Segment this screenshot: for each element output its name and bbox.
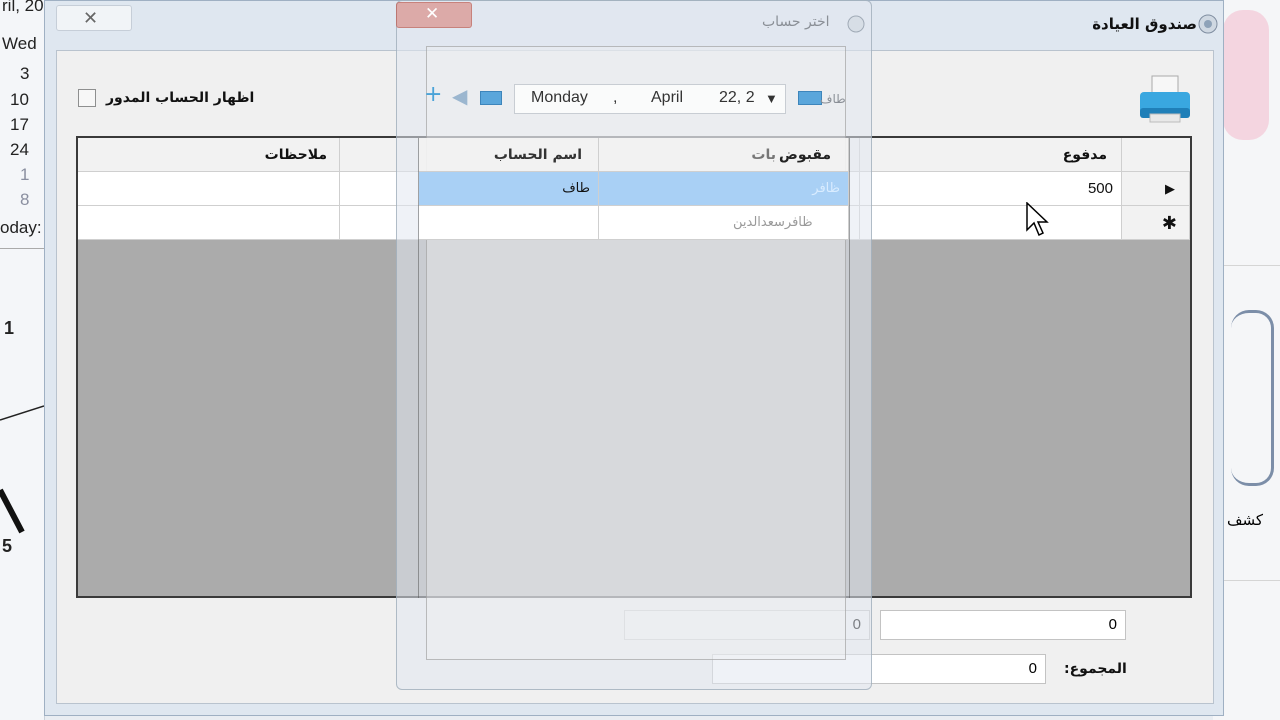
show-rolled-account-label: اظهار الحساب المدور — [106, 90, 255, 106]
date-month: April — [651, 89, 684, 106]
calendar-date: 8 — [20, 190, 30, 209]
date-picker[interactable]: Monday , April 22, 2 ▼ — [514, 84, 786, 114]
chevron-down-icon[interactable]: ▼ — [765, 91, 778, 106]
column-header-paid[interactable]: مدفوع — [860, 138, 1122, 172]
account-name-cell[interactable] — [419, 206, 599, 240]
app-icon — [1198, 14, 1218, 34]
calendar-date: 10 — [10, 90, 29, 109]
date-separator: , — [613, 89, 618, 106]
dialog-title: اختر حساب — [762, 14, 830, 30]
search-button-icon[interactable] — [798, 91, 822, 105]
background-calendar-widget: ril, 20 Wed 3 10 17 24 1 8 oday: 1 5 — [0, 0, 45, 720]
calendar-date: 3 — [20, 64, 30, 83]
dialog-close-button[interactable]: ✕ — [396, 2, 472, 28]
add-icon[interactable]: + — [424, 82, 442, 107]
date-daynum: 22, 2 — [719, 89, 755, 106]
show-rolled-account-checkbox[interactable] — [78, 89, 96, 107]
accounts-grid[interactable]: اسم الحساب بات مقبوض طاف ظافر ظافرسعدالد… — [418, 138, 850, 598]
cell-notes[interactable] — [78, 206, 340, 240]
account-cell[interactable]: ظافرسعدالدين — [599, 206, 849, 240]
column-header-received[interactable]: مقبوض — [779, 138, 831, 172]
clock-face-icon — [0, 405, 44, 534]
printer-icon[interactable] — [1138, 74, 1192, 124]
cell-paid[interactable] — [860, 206, 1122, 240]
search-hint: طاف — [820, 92, 846, 106]
new-row-indicator[interactable]: ✱ — [1122, 206, 1190, 240]
account-name-cell[interactable]: طاف — [419, 172, 599, 206]
account-cell-selected[interactable]: ظافر — [599, 172, 849, 206]
window-close-button[interactable]: ✕ — [56, 5, 132, 31]
sum-label: المجموع: — [1064, 661, 1127, 677]
background-label: كشف — [1227, 511, 1264, 529]
date-day: Monday — [531, 89, 588, 106]
cell-paid[interactable]: 500 — [860, 172, 1122, 206]
window-title: صندوق العيادة — [1092, 15, 1197, 33]
calendar-date: 17 — [10, 115, 29, 134]
calendar-date: 24 — [10, 140, 29, 159]
calendar-weekday: Wed — [2, 34, 37, 53]
close-icon: ✕ — [83, 8, 99, 29]
dialog-app-icon — [847, 15, 865, 33]
column-header-notes[interactable]: ملاحظات — [78, 138, 340, 172]
calendar-today-label: oday: — [0, 218, 42, 237]
back-arrow-icon[interactable]: ◀ — [452, 84, 467, 108]
paid-total-field[interactable]: 0 — [880, 610, 1126, 640]
current-row-indicator[interactable]: ▶ — [1122, 172, 1190, 206]
cell-notes[interactable] — [78, 172, 340, 206]
page-icon[interactable] — [480, 91, 502, 105]
mouse-cursor-icon — [1026, 202, 1049, 237]
calendar-date: 1 — [20, 165, 30, 184]
row-header-corner — [1122, 138, 1190, 172]
column-header-account-name[interactable]: اسم الحساب — [419, 138, 599, 172]
calendar-month-text: ril, 20 — [2, 0, 44, 15]
close-icon: ✕ — [425, 4, 440, 24]
